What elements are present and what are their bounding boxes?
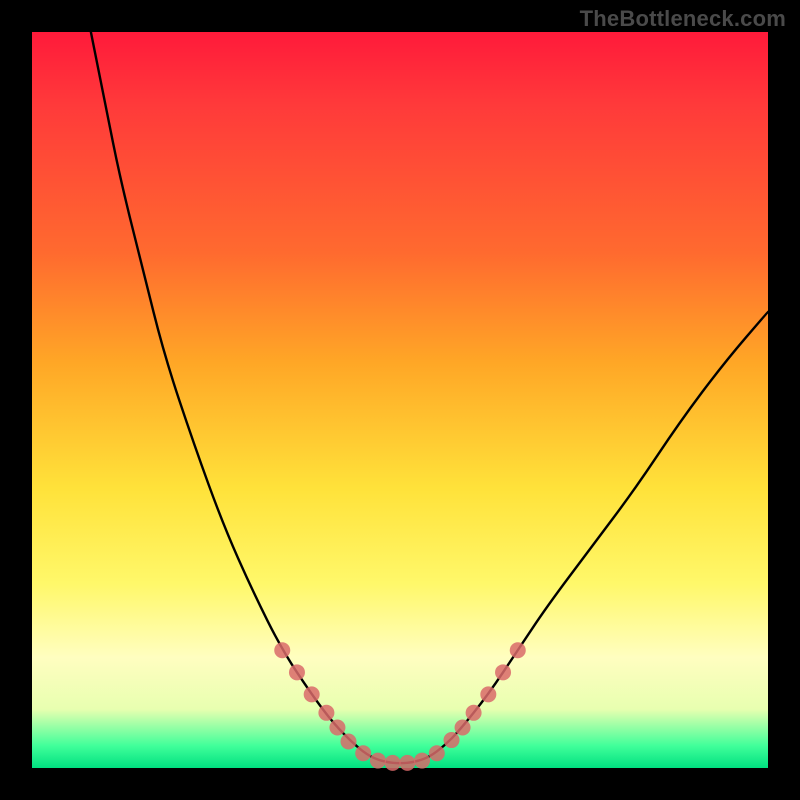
marker-point (289, 664, 305, 680)
marker-point (466, 705, 482, 721)
marker-point (510, 642, 526, 658)
sample-points (274, 642, 526, 771)
marker-point (318, 705, 334, 721)
marker-point (480, 686, 496, 702)
marker-point (444, 732, 460, 748)
marker-point (455, 720, 471, 736)
marker-point (414, 753, 430, 769)
marker-point (385, 755, 401, 771)
marker-point (355, 745, 371, 761)
bottleneck-curve (91, 32, 768, 763)
marker-point (495, 664, 511, 680)
marker-point (274, 642, 290, 658)
marker-point (429, 745, 445, 761)
plot-area (32, 32, 768, 768)
marker-point (304, 686, 320, 702)
marker-point (329, 720, 345, 736)
marker-point (370, 753, 386, 769)
chart-frame: TheBottleneck.com (0, 0, 800, 800)
chart-svg (32, 32, 768, 768)
marker-point (399, 755, 415, 771)
attribution-text: TheBottleneck.com (580, 6, 786, 32)
marker-point (340, 734, 356, 750)
